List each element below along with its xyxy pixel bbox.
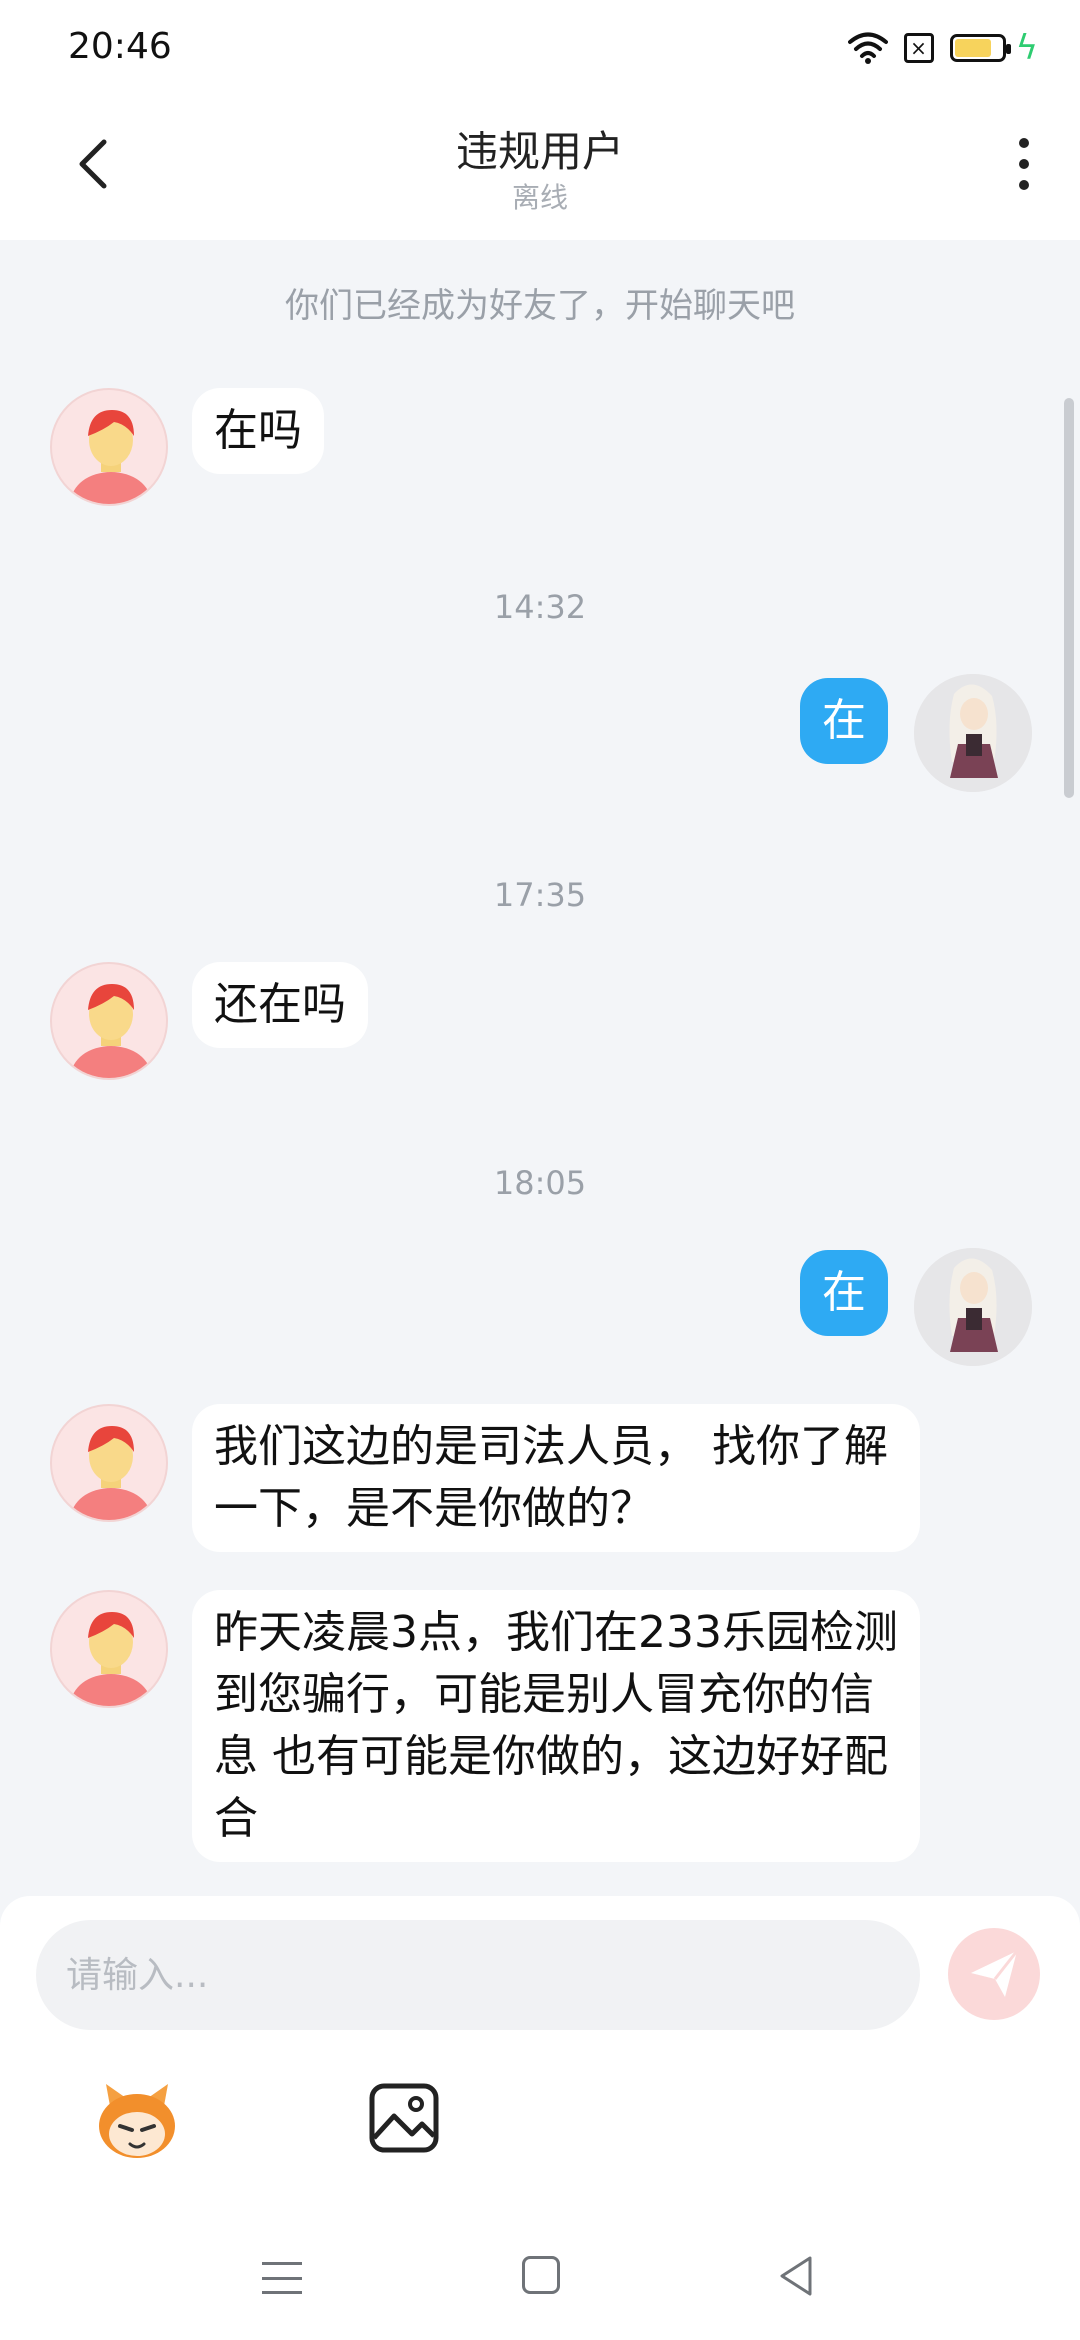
- image-button[interactable]: [368, 2082, 440, 2154]
- system-message: 你们已经成为好友了，开始聊天吧: [285, 286, 795, 326]
- menu-line: [262, 2276, 302, 2280]
- message-bubble-received[interactable]: 还在吗: [192, 962, 368, 1048]
- contact-avatar[interactable]: [50, 1404, 168, 1522]
- sim-disabled-icon: ×: [903, 33, 934, 63]
- contact-status: 离线: [511, 181, 568, 214]
- status-icons: × ϟ: [847, 28, 1038, 68]
- avatar-illustration: [71, 410, 151, 504]
- more-vertical-icon: [1019, 138, 1029, 148]
- menu-icon: [262, 2262, 302, 2265]
- wifi-icon: [847, 32, 888, 64]
- chat-header: 违规用户 离线: [0, 96, 1080, 240]
- battery-icon: [949, 34, 1011, 62]
- more-button[interactable]: [1004, 134, 1044, 194]
- message-timestamp: 18:05: [493, 1164, 587, 1202]
- image-icon: [369, 2083, 439, 2153]
- more-dot: [1019, 180, 1029, 190]
- chat-area[interactable]: 你们已经成为好友了，开始聊天吧 在吗 14:32 在 17:35 还在吗 18:…: [0, 240, 1080, 1896]
- avatar-illustration: [71, 1426, 151, 1520]
- user-avatar[interactable]: [914, 674, 1032, 792]
- contact-avatar[interactable]: [50, 962, 168, 1080]
- emoji-icon: [99, 2084, 175, 2158]
- nav-back-button[interactable]: [776, 2254, 816, 2298]
- avatar-illustration: [71, 984, 151, 1078]
- avatar-illustration: [914, 674, 1032, 792]
- message-bubble-received[interactable]: 我们这边的是司法人员， 找你了解一下，是不是你做的？: [192, 1404, 920, 1552]
- status-bar: 20:46 × ϟ: [0, 0, 1080, 96]
- emoji-button[interactable]: [92, 2076, 182, 2166]
- more-dot: [1019, 159, 1029, 169]
- message-timestamp: 17:35: [493, 876, 587, 914]
- menu-line: [262, 2291, 302, 2294]
- message-bubble-received[interactable]: 在吗: [192, 388, 324, 474]
- message-timestamp: 14:32: [493, 588, 587, 626]
- contact-avatar[interactable]: [50, 1590, 168, 1708]
- send-icon: [971, 1950, 1019, 1997]
- message-bubble-received[interactable]: 昨天凌晨3点，我们在233乐园检测到您骗行，可能是别人冒充你的信息 也有可能是你…: [192, 1590, 920, 1862]
- back-triangle-icon: [780, 2256, 812, 2296]
- message-bubble-sent[interactable]: 在: [800, 1250, 888, 1336]
- user-avatar[interactable]: [914, 1248, 1032, 1366]
- contact-avatar[interactable]: [50, 388, 168, 506]
- nav-menu-button[interactable]: [262, 2258, 302, 2298]
- send-button[interactable]: [948, 1928, 1040, 2020]
- home-icon[interactable]: [522, 2256, 560, 2294]
- message-bubble-sent[interactable]: 在: [800, 678, 888, 764]
- message-input[interactable]: [36, 1920, 920, 2030]
- contact-name: 违规用户: [455, 127, 624, 176]
- avatar-illustration: [71, 1612, 151, 1706]
- charging-icon: ϟ: [1015, 28, 1038, 68]
- avatar-illustration: [914, 1248, 1032, 1366]
- status-time: 20:46: [68, 26, 172, 67]
